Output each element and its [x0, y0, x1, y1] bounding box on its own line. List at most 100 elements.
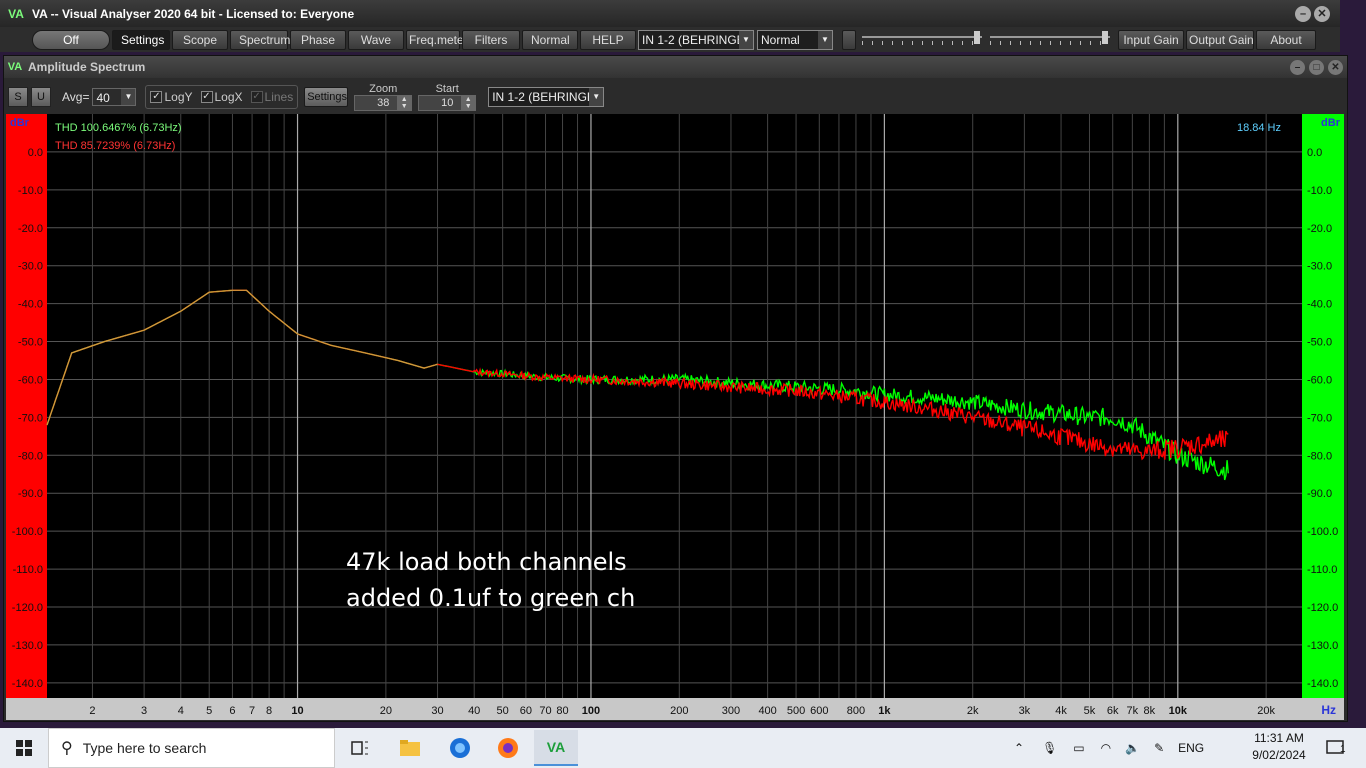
notification-icon[interactable]: 1: [1314, 730, 1358, 766]
x-tick-label: 40: [468, 705, 480, 717]
legend-green: THD 100.6467% (6.73Hz): [55, 122, 182, 134]
spectrum-plot-area[interactable]: 0.0 0.0 -10.0 -10.0 -20.0 -20.0 -30.0 -30.0 -40.…: [6, 114, 1344, 720]
x-tick-label: 8k: [1144, 705, 1156, 717]
y-tick-label-right: -140.0: [1307, 678, 1338, 690]
freq-meter-button[interactable]: Freq.meter: [406, 29, 468, 50]
y-tick-label-left: -100.0: [12, 526, 43, 538]
annotation-line: added 0.1uf to green ch: [346, 584, 635, 612]
u-button[interactable]: U: [31, 87, 51, 107]
x-tick-label: 7: [249, 705, 255, 717]
logy-checkbox[interactable]: ✓: [150, 91, 163, 103]
chevron-down-icon: ▼: [818, 30, 832, 49]
avg-select[interactable]: 40 ▼: [92, 88, 137, 106]
annotation-line: 47k load both channels: [346, 548, 627, 576]
x-tick-label: 2k: [967, 705, 979, 717]
off-button[interactable]: Off: [32, 29, 110, 50]
lines-checkbox[interactable]: ✓: [250, 91, 263, 103]
channel-toggle-button[interactable]: [842, 29, 856, 50]
y-tick-label-left: -30.0: [18, 261, 43, 273]
updown-icon[interactable]: ▲ ▼: [461, 95, 476, 110]
help-button[interactable]: HELP: [580, 29, 636, 50]
x-tick-label: 600: [810, 705, 828, 717]
wave-button[interactable]: Wave: [348, 29, 404, 50]
taskbar-search-box[interactable]: ⚲ Type here to search: [48, 728, 335, 768]
file-explorer-icon[interactable]: [388, 730, 432, 766]
x-tick-label: 5: [206, 705, 212, 717]
input-gain-button[interactable]: Input Gain: [1118, 29, 1184, 50]
input-gain-slider[interactable]: [862, 30, 982, 50]
task-view-icon[interactable]: [338, 730, 382, 766]
x-tick-label: 6: [229, 705, 235, 717]
close-icon[interactable]: ✕: [1328, 60, 1343, 75]
y-tick-label-right: -80.0: [1307, 450, 1332, 462]
y-tick-label-left: -60.0: [18, 374, 43, 386]
visual-analyser-taskbar-icon[interactable]: VA: [534, 730, 578, 766]
x-tick-label: 80: [556, 705, 568, 717]
clock[interactable]: 11:31 AM 9/02/2024: [1246, 730, 1312, 764]
phase-button[interactable]: Phase: [290, 29, 346, 50]
microphone-icon[interactable]: 🎙: [1042, 741, 1057, 755]
y-tick-label-left: -130.0: [12, 640, 43, 652]
y-tick-label-left: -20.0: [18, 223, 43, 235]
wifi-icon[interactable]: ◠: [1101, 741, 1111, 755]
spectrum-device-select[interactable]: IN 1-2 (BEHRINGEF ▼: [488, 87, 605, 107]
about-button[interactable]: About: [1256, 29, 1316, 50]
input-device-select[interactable]: IN 1-2 (BEHRINGEF ▼: [638, 29, 754, 50]
scope-button[interactable]: Scope: [172, 29, 228, 50]
updown-icon[interactable]: ▲ ▼: [397, 95, 412, 110]
spectrum-button[interactable]: Spectrum: [230, 29, 290, 50]
x-tick-label: 1k: [878, 705, 891, 717]
output-gain-slider[interactable]: [990, 30, 1110, 50]
mode-select[interactable]: Normal ▼: [757, 29, 833, 50]
spectrum-chart[interactable]: 0.0 0.0 -10.0 -10.0 -20.0 -20.0 -30.0 -30.0 -40.…: [6, 114, 1344, 720]
x-tick-label: 3: [141, 705, 147, 717]
firefox-icon[interactable]: [486, 730, 530, 766]
amplitude-spectrum-window: VA Amplitude Spectrum – □ ✕ S U Avg= 40 ▼…: [3, 55, 1348, 722]
x-tick-label: 4k: [1055, 705, 1067, 717]
spectrum-device-value: IN 1-2 (BEHRINGEF: [492, 90, 603, 104]
start-spinner[interactable]: Start 10 ▲ ▼: [418, 83, 477, 111]
minimize-icon[interactable]: –: [1290, 60, 1305, 75]
pen-icon[interactable]: ✎: [1154, 741, 1164, 755]
subwindow-title: Amplitude Spectrum: [28, 60, 146, 74]
x-tick-label: 4: [178, 705, 184, 717]
volume-icon[interactable]: 🔈: [1125, 741, 1140, 755]
chevron-down-icon: ▼: [121, 89, 136, 105]
va-logo-icon: VA: [8, 6, 24, 21]
slider-thumb[interactable]: [974, 30, 980, 44]
logx-checkbox[interactable]: ✓: [200, 91, 213, 103]
spectrum-settings-button[interactable]: Settings: [304, 87, 349, 107]
output-gain-button[interactable]: Output Gain: [1186, 29, 1254, 50]
slider-thumb[interactable]: [1102, 30, 1108, 44]
y-tick-label-right: -70.0: [1307, 412, 1332, 424]
x-tick-label: 50: [497, 705, 509, 717]
settings-button[interactable]: Settings: [112, 29, 170, 50]
display-options-group: ✓ LogY ✓ LogX ✓ Lines: [145, 85, 299, 109]
mode-value: Normal: [761, 32, 800, 47]
filters-button[interactable]: Filters: [462, 29, 520, 50]
minimize-icon[interactable]: –: [1295, 6, 1311, 22]
va-taskbar-label: VA: [546, 739, 566, 755]
browser-icon[interactable]: [438, 730, 482, 766]
battery-icon[interactable]: ▭: [1073, 741, 1084, 755]
s-button[interactable]: S: [8, 87, 28, 107]
y-tick-label-right: -50.0: [1307, 337, 1332, 349]
chevron-up-icon[interactable]: ⌃: [1014, 741, 1024, 755]
zoom-spinner[interactable]: Zoom 38 ▲ ▼: [354, 83, 413, 111]
normal-button[interactable]: Normal: [522, 29, 578, 50]
y-tick-label-right: 0.0: [1307, 147, 1322, 159]
maximize-icon[interactable]: □: [1309, 60, 1324, 75]
windows-start-icon[interactable]: [2, 730, 46, 766]
main-title-bar: VA VA -- Visual Analyser 2020 64 bit - L…: [0, 0, 1340, 27]
y-tick-label-right: -120.0: [1307, 602, 1338, 614]
lines-label: Lines: [264, 90, 294, 104]
y-tick-label-left: -110.0: [13, 564, 43, 576]
search-placeholder: Type here to search: [82, 740, 207, 756]
close-icon[interactable]: ✕: [1314, 6, 1330, 22]
logx-label: LogX: [214, 90, 243, 104]
date: 9/02/2024: [1252, 748, 1306, 762]
subwindow-title-bar: VA Amplitude Spectrum – □ ✕: [4, 56, 1347, 78]
system-tray: ⌃ 🎙 ▭ ◠ 🔈 ✎ ENG: [1014, 728, 1204, 768]
language-indicator[interactable]: ENG: [1178, 741, 1204, 755]
x-tick-label: 20k: [1257, 705, 1275, 717]
